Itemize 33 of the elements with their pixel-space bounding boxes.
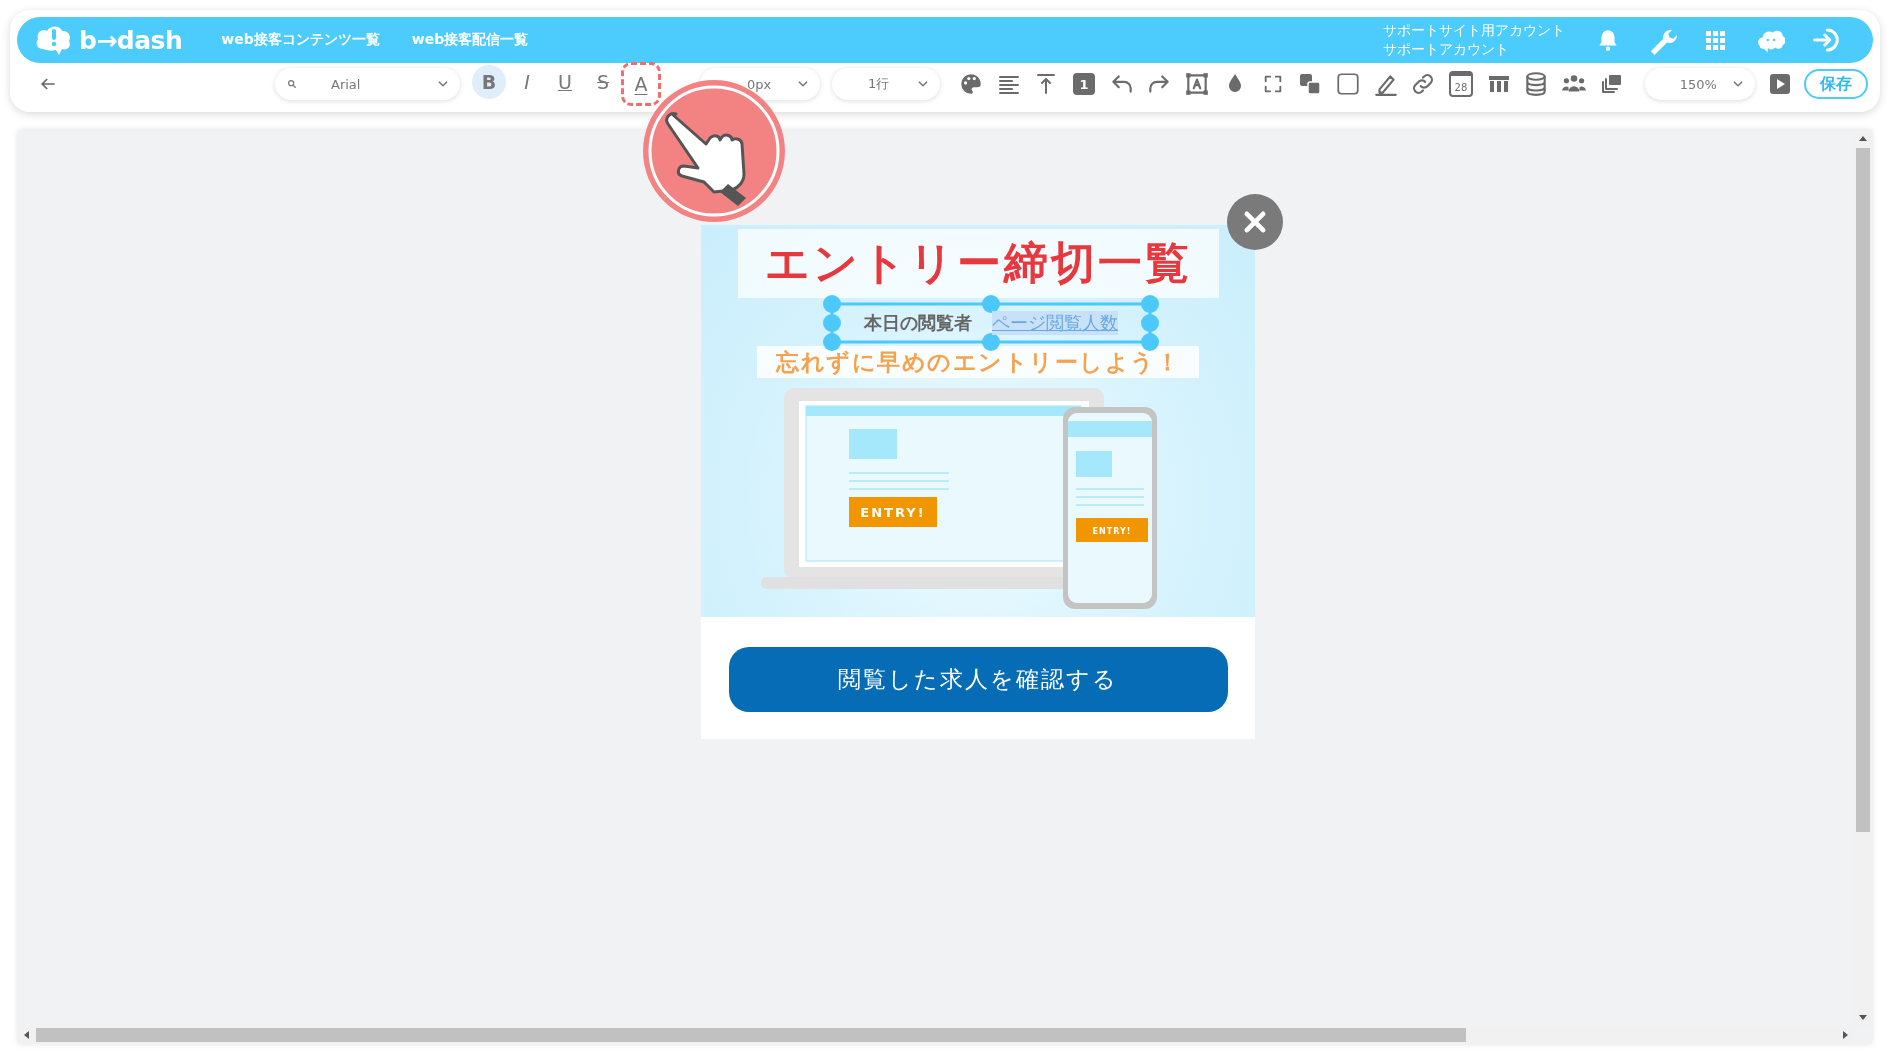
account-name: サポートアカウント	[1383, 40, 1510, 59]
font-select[interactable]: Arial	[275, 68, 460, 100]
palette-icon	[958, 71, 984, 97]
text-frame-icon	[1184, 71, 1211, 97]
layers-icon	[1298, 72, 1323, 96]
zoom-select[interactable]: 150%	[1644, 68, 1755, 100]
account-site: サポートサイト用アカウント	[1383, 21, 1565, 40]
scroll-right-icon[interactable]	[1840, 1030, 1850, 1040]
play-icon[interactable]	[1767, 72, 1792, 96]
color-button[interactable]: A	[624, 65, 658, 103]
scroll-up-icon[interactable]	[1858, 134, 1868, 144]
vertical-scrollbar[interactable]	[1854, 130, 1872, 1026]
windows-icon	[1599, 72, 1624, 96]
cta-button[interactable]: 閲覧した求人を確認する	[728, 647, 1228, 712]
selection-frame[interactable]	[823, 295, 1159, 351]
underline-button[interactable]: U	[548, 65, 582, 99]
italic-button[interactable]: I	[510, 65, 544, 99]
calendar-icon: 28	[1448, 71, 1473, 97]
line-height-select[interactable]: 1行	[832, 68, 940, 100]
number-badge: 1	[1073, 73, 1096, 95]
save-button[interactable]: 保存	[1803, 69, 1868, 99]
banner-title: エントリー締切一覧	[737, 229, 1219, 298]
strike-button[interactable]: S	[586, 65, 620, 99]
banner-message: 忘れずに早めのエントリーしよう！	[757, 346, 1199, 378]
square-icon	[1334, 71, 1361, 97]
logo-text: b→dash	[79, 25, 183, 55]
scroll-left-icon[interactable]	[22, 1030, 32, 1040]
close-button[interactable]	[1227, 194, 1283, 250]
bold-button[interactable]: B	[472, 65, 506, 99]
horizontal-scrollbar[interactable]	[18, 1026, 1854, 1044]
search-icon	[287, 79, 297, 89]
scroll-down-icon[interactable]	[1858, 1012, 1868, 1022]
viewer-label: 本日の閲覧者	[864, 311, 972, 335]
